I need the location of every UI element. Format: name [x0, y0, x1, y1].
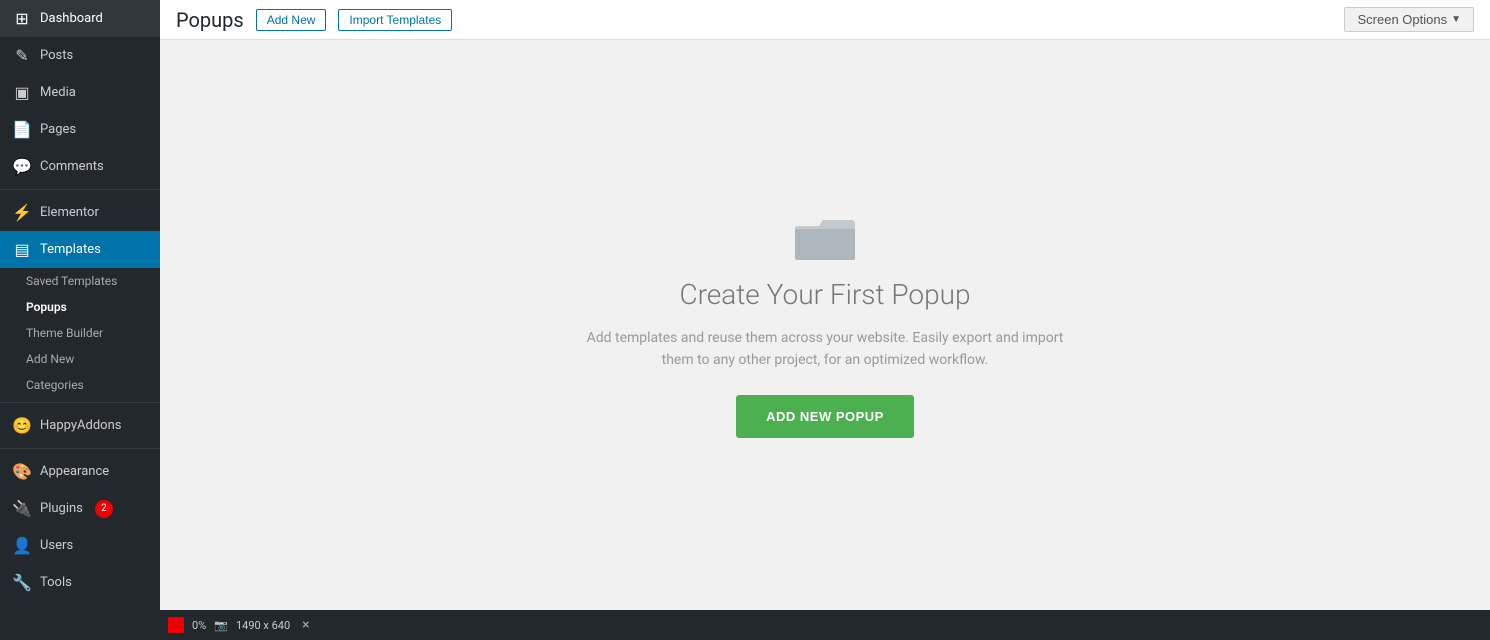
- dashboard-icon: ⊞: [12, 9, 32, 28]
- divider-2: [0, 402, 160, 403]
- empty-state-description: Add templates and reuse them across your…: [585, 327, 1065, 372]
- media-icon: ▣: [12, 83, 32, 102]
- topbar-left: Popups Add New Import Templates: [176, 8, 452, 32]
- sidebar-item-happyaddons[interactable]: 😊 HappyAddons: [0, 407, 160, 444]
- close-icon[interactable]: ×: [302, 617, 309, 633]
- sidebar-item-users[interactable]: 👤 Users: [0, 527, 160, 564]
- add-new-button[interactable]: Add New: [256, 9, 327, 31]
- sidebar-item-saved-templates[interactable]: Saved Templates: [0, 268, 160, 294]
- screen-options-button[interactable]: Screen Options ▼: [1344, 7, 1474, 32]
- sidebar-item-popups[interactable]: Popups: [0, 294, 160, 320]
- plugins-icon: 🔌: [12, 499, 32, 518]
- plugins-badge: 2: [95, 500, 113, 518]
- sidebar-item-add-new[interactable]: Add New: [0, 346, 160, 372]
- main-area: Popups Add New Import Templates Screen O…: [160, 0, 1490, 640]
- tools-icon: 🔧: [12, 573, 32, 592]
- sidebar-item-appearance[interactable]: 🎨 Appearance: [0, 453, 160, 490]
- percent-text: 0%: [192, 619, 206, 632]
- divider-3: [0, 448, 160, 449]
- topbar: Popups Add New Import Templates Screen O…: [160, 0, 1490, 40]
- sidebar-item-tools[interactable]: 🔧 Tools: [0, 564, 160, 601]
- sidebar-item-comments[interactable]: 💬 Comments: [0, 148, 160, 185]
- appearance-icon: 🎨: [12, 462, 32, 481]
- sidebar: ⊞ Dashboard ✎ Posts ▣ Media 📄 Pages 💬 Co…: [0, 0, 160, 640]
- camera-icon: 📷: [214, 619, 228, 632]
- posts-icon: ✎: [12, 46, 32, 65]
- bottombar: 0% 📷 1490 x 640 ×: [160, 610, 1490, 640]
- add-new-popup-button[interactable]: ADD NEW POPUP: [736, 395, 914, 438]
- sidebar-item-templates[interactable]: ▤ Templates: [0, 231, 160, 268]
- sidebar-item-media[interactable]: ▣ Media: [0, 74, 160, 111]
- empty-state: Create Your First Popup Add templates an…: [585, 212, 1065, 439]
- import-templates-button[interactable]: Import Templates: [338, 9, 452, 31]
- templates-icon: ▤: [12, 240, 32, 259]
- content-area: Create Your First Popup Add templates an…: [160, 40, 1490, 610]
- sidebar-item-plugins[interactable]: 🔌 Plugins 2: [0, 490, 160, 527]
- red-indicator: [168, 617, 184, 633]
- sidebar-item-elementor[interactable]: ⚡ Elementor: [0, 194, 160, 231]
- sidebar-item-pages[interactable]: 📄 Pages: [0, 111, 160, 148]
- page-title: Popups: [176, 8, 244, 32]
- pages-icon: 📄: [12, 120, 32, 139]
- happyaddons-icon: 😊: [12, 416, 32, 435]
- elementor-icon: ⚡: [12, 203, 32, 222]
- sidebar-item-theme-builder[interactable]: Theme Builder: [0, 320, 160, 346]
- chevron-down-icon: ▼: [1451, 14, 1461, 25]
- comments-icon: 💬: [12, 157, 32, 176]
- sidebar-item-categories[interactable]: Categories: [0, 372, 160, 398]
- active-arrow: [143, 245, 148, 255]
- users-icon: 👤: [12, 536, 32, 555]
- empty-state-title: Create Your First Popup: [679, 278, 970, 311]
- divider-1: [0, 189, 160, 190]
- sidebar-item-dashboard[interactable]: ⊞ Dashboard: [0, 0, 160, 37]
- folder-icon: [795, 212, 855, 262]
- sidebar-item-posts[interactable]: ✎ Posts: [0, 37, 160, 74]
- dimensions-text: 1490 x 640: [236, 619, 290, 632]
